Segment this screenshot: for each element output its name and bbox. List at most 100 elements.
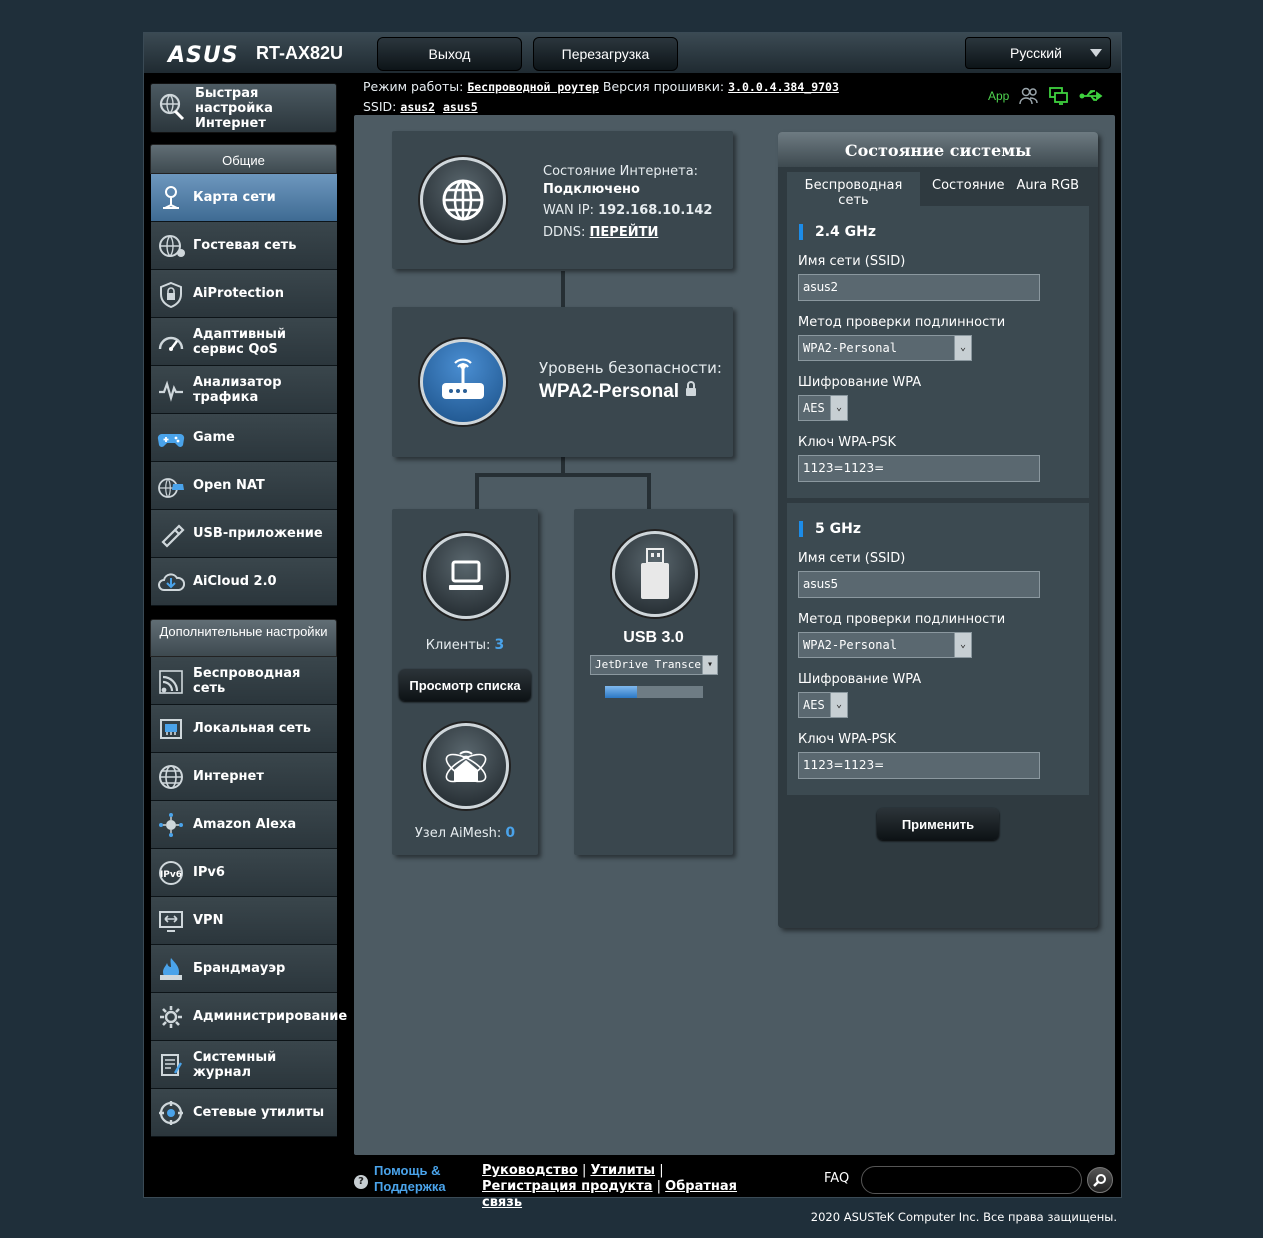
- logout-button[interactable]: Выход: [377, 37, 522, 71]
- sidebar-item-traffic-analyzer[interactable]: Анализатор трафика: [151, 366, 337, 414]
- registration-link[interactable]: Регистрация продукта: [482, 1179, 653, 1194]
- qos-icon: [155, 326, 187, 358]
- clients-button[interactable]: [423, 533, 509, 619]
- sidebar-item-aicloud[interactable]: AiCloud 2.0: [151, 558, 337, 606]
- sidebar-item-network-map[interactable]: Карта сети: [151, 174, 337, 222]
- ssid-link-1[interactable]: asus2: [400, 100, 435, 114]
- sidebar-item-lan[interactable]: Локальная сеть: [151, 705, 337, 753]
- status-info: Режим работы: Беспроводной роутер Версия…: [363, 77, 839, 117]
- sidebar-item-network-tools[interactable]: Сетевые утилиты: [151, 1089, 337, 1137]
- network-map-area: Состояние Интернета: Подключено WAN IP: …: [354, 115, 1115, 1155]
- sidebar-item-aiprotection[interactable]: AiProtection: [151, 270, 337, 318]
- auth-method-label: Метод проверки подлинности: [798, 612, 1006, 627]
- aimesh-count[interactable]: 0: [505, 825, 515, 841]
- band-title: 2.4 GHz: [798, 222, 1089, 242]
- view-list-button[interactable]: Просмотр списка: [399, 669, 531, 701]
- sidebar-item-alexa[interactable]: Amazon Alexa: [151, 801, 337, 849]
- asus-logo[interactable]: ASUS: [168, 43, 239, 68]
- sidebar-item-usb-app[interactable]: USB-приложение: [151, 510, 337, 558]
- band-name: 5 GHz: [815, 521, 861, 537]
- wpa-encryption-select[interactable]: AES ⌄: [798, 692, 848, 718]
- router-icon: [442, 358, 484, 399]
- auth-method-select[interactable]: WPA2-Personal ⌄: [798, 335, 972, 361]
- usb-box: USB 3.0 JetDrive Transcend ▾: [574, 509, 733, 855]
- aimesh-button[interactable]: [423, 723, 509, 809]
- chevron-down-icon: [1090, 49, 1102, 57]
- traffic-analyzer-icon: [155, 374, 187, 406]
- sidebar-item-label: Интернет: [193, 769, 264, 784]
- apply-button[interactable]: Применить: [877, 808, 999, 840]
- usb-device-select[interactable]: JetDrive Transcend ▾: [590, 655, 718, 675]
- internet-status-value: Подключено: [543, 182, 640, 197]
- sidebar-item-wireless[interactable]: Беспроводная сеть: [151, 657, 337, 705]
- wpa-key-label: Ключ WPA-PSK: [798, 435, 897, 450]
- sidebar-item-label: Open NAT: [193, 478, 265, 493]
- sidebar-item-internet-globe[interactable]: Интернет: [151, 753, 337, 801]
- sidebar-item-label: Беспроводная сеть: [193, 665, 301, 696]
- clients-count[interactable]: 3: [495, 637, 505, 653]
- sidebar-item-label: Адаптивный сервис QoS: [193, 326, 287, 357]
- footer: ? Помощь & Поддержка Руководство | Утили…: [354, 1161, 1115, 1210]
- ssid-label: SSID:: [363, 99, 397, 114]
- wpa-key-input[interactable]: 1123=1123=: [798, 752, 1040, 779]
- faq-search-input[interactable]: [861, 1166, 1082, 1194]
- firmware-link[interactable]: 3.0.0.4.384_9703: [728, 80, 839, 94]
- auth-method-select[interactable]: WPA2-Personal ⌄: [798, 632, 972, 658]
- ssid-link-2[interactable]: asus5: [443, 100, 478, 114]
- syslog-icon: [155, 1049, 187, 1081]
- router-box[interactable]: Уровень безопасности: WPA2-Personal: [392, 307, 733, 457]
- aicloud-icon: [155, 566, 187, 598]
- reboot-button[interactable]: Перезагрузка: [533, 37, 678, 71]
- sidebar-item-vpn[interactable]: VPN: [151, 897, 337, 945]
- manual-link[interactable]: Руководство: [482, 1163, 578, 1178]
- mode-link[interactable]: Беспроводной роутер: [467, 80, 599, 94]
- wpa-encryption-select[interactable]: AES ⌄: [798, 395, 848, 421]
- sidebar-item-ipv6[interactable]: IPv6 IPv6: [151, 849, 337, 897]
- sidebar-item-admin-gear[interactable]: Администрирование: [151, 993, 347, 1041]
- sidebar-item-guest-network[interactable]: Гостевая сеть: [151, 222, 337, 270]
- usb-device-button[interactable]: [612, 531, 698, 617]
- usb-status-icon[interactable]: [1079, 89, 1105, 103]
- mode-label: Режим работы:: [363, 79, 464, 94]
- help-support-link[interactable]: Помощь & Поддержка: [374, 1163, 466, 1195]
- internet-status-label: Состояние Интернета:: [543, 164, 699, 179]
- internet-globe-button[interactable]: [420, 157, 506, 243]
- quick-setup-label: Быстрая настройка Интернет: [195, 85, 273, 131]
- top-icons: App: [988, 87, 1105, 105]
- admin-gear-icon: [155, 1001, 187, 1033]
- sidebar-item-label: AiProtection: [193, 286, 284, 301]
- sidebar-item-open-nat[interactable]: Open NAT: [151, 462, 337, 510]
- usb-usage-fill: [605, 686, 638, 698]
- lan-icon: [155, 713, 187, 745]
- clients-icon[interactable]: [1019, 87, 1039, 105]
- router-frame: ASUS RT-AX82U Выход Перезагрузка Русский…: [143, 32, 1122, 1210]
- network-status-icon[interactable]: [1049, 87, 1069, 105]
- auth-method-value: WPA2-Personal: [803, 638, 897, 652]
- guest-network-icon: [155, 230, 187, 262]
- app-link[interactable]: App: [988, 89, 1009, 103]
- router-button[interactable]: [420, 339, 506, 425]
- language-select[interactable]: Русский: [965, 37, 1111, 69]
- sidebar-item-label: Администрирование: [193, 1009, 348, 1024]
- band-title: 5 GHz: [798, 519, 1089, 539]
- aiprotection-icon: [155, 278, 187, 310]
- ddns-link[interactable]: ПЕРЕЙТИ: [590, 225, 659, 240]
- sidebar-item-gamepad[interactable]: Game: [151, 414, 337, 462]
- search-button[interactable]: [1087, 1167, 1113, 1193]
- wan-ip-label: WAN IP:: [543, 203, 594, 218]
- sidebar-item-qos[interactable]: Адаптивный сервис QoS: [151, 318, 337, 366]
- utilities-link[interactable]: Утилиты: [590, 1163, 655, 1178]
- search-icon: [1093, 1174, 1106, 1187]
- sidebar-item-label: Amazon Alexa: [193, 817, 297, 832]
- sidebar-item-syslog[interactable]: Системный журнал: [151, 1041, 337, 1089]
- internet-box[interactable]: Состояние Интернета: Подключено WAN IP: …: [392, 131, 733, 269]
- wpa-encryption-value: AES: [803, 401, 825, 415]
- wpa-encryption-value: AES: [803, 698, 825, 712]
- ssid-input[interactable]: asus5: [798, 571, 1040, 598]
- sidebar-item-firewall[interactable]: Брандмауэр: [151, 945, 337, 993]
- band-marker: [799, 521, 803, 537]
- quick-setup-button[interactable]: Быстрая настройка Интернет: [150, 83, 337, 133]
- usb-title: USB 3.0: [623, 629, 684, 646]
- ssid-input[interactable]: asus2: [798, 274, 1040, 301]
- wpa-key-input[interactable]: 1123=1123=: [798, 455, 1040, 482]
